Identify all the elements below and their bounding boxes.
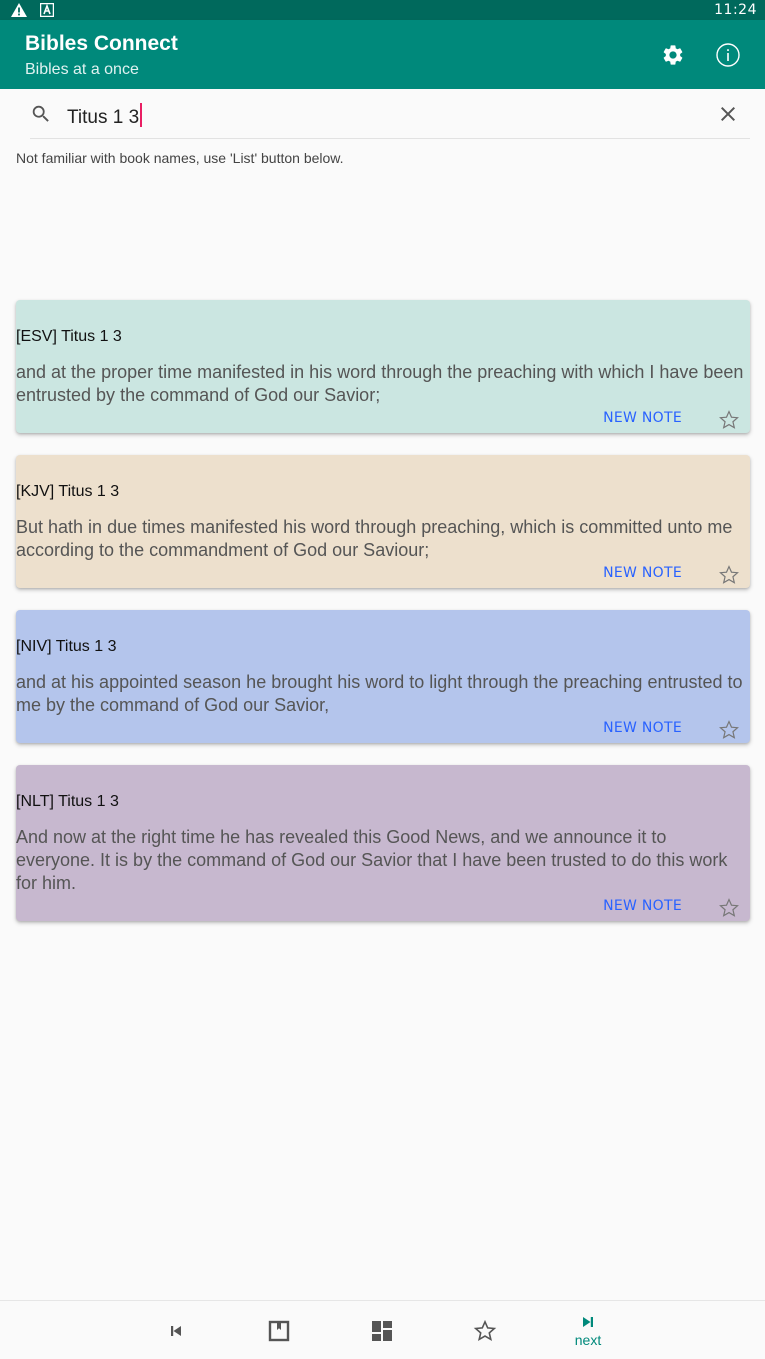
nav-next-label: next — [574, 1331, 602, 1348]
nav-previous[interactable] — [146, 1301, 206, 1359]
verse-text: And now at the right time he has reveale… — [16, 827, 728, 893]
status-time: 11:24 — [714, 2, 757, 18]
verse-card-kjv[interactable]: [KJV] Titus 1 3 But hath in due times ma… — [16, 455, 750, 588]
verse-reference: [ESV] Titus 1 3 — [16, 328, 122, 345]
skip-next-icon — [583, 1316, 593, 1327]
status-icons — [10, 2, 56, 18]
bottom-navigation: next — [0, 1300, 765, 1359]
search-icon — [32, 105, 49, 122]
warning-icon — [10, 2, 28, 18]
verse-text: and at his appointed season he brought h… — [16, 672, 743, 715]
new-note-button[interactable]: NEW NOTE — [603, 720, 682, 736]
font-icon — [38, 2, 56, 18]
close-icon[interactable] — [716, 102, 740, 126]
book-icon — [268, 1320, 290, 1341]
nav-favorites[interactable] — [455, 1301, 515, 1359]
verse-card-nlt[interactable]: [NLT] Titus 1 3 And now at the right tim… — [16, 765, 750, 921]
nav-book[interactable] — [249, 1301, 309, 1359]
settings-button[interactable] — [659, 41, 687, 69]
app-bar: Bibles Connect Bibles at a once — [0, 20, 765, 89]
star-icon[interactable] — [718, 564, 740, 586]
dashboard-icon — [372, 1320, 392, 1341]
search-input-value: Titus 1 3 — [67, 107, 140, 128]
text-caret — [140, 103, 143, 127]
star-icon[interactable] — [718, 719, 740, 741]
status-bar: 11:24 — [0, 0, 765, 20]
new-note-button[interactable]: NEW NOTE — [603, 898, 682, 914]
nav-next[interactable]: next — [558, 1301, 618, 1359]
verse-card-niv[interactable]: [NIV] Titus 1 3 and at his appointed sea… — [16, 610, 750, 743]
new-note-button[interactable]: NEW NOTE — [603, 565, 682, 581]
search-divider — [30, 138, 750, 139]
star-icon — [473, 1319, 497, 1341]
app-subtitle: Bibles at a once — [25, 61, 139, 78]
verse-reference: [NIV] Titus 1 3 — [16, 638, 117, 655]
verse-reference: [KJV] Titus 1 3 — [16, 483, 120, 500]
search-bar: Titus 1 3 — [0, 89, 765, 139]
star-icon[interactable] — [718, 897, 740, 919]
star-icon[interactable] — [718, 409, 740, 431]
new-note-button[interactable]: NEW NOTE — [603, 410, 682, 426]
verse-reference: [NLT] Titus 1 3 — [16, 793, 119, 810]
hint-text: Not familiar with book names, use 'List'… — [16, 150, 344, 166]
nav-dashboard[interactable] — [352, 1301, 412, 1359]
settings-icon — [663, 45, 683, 65]
search-input[interactable]: Titus 1 3 — [67, 103, 143, 129]
skip-previous-icon — [171, 1325, 181, 1336]
verse-text: But hath in due times manifested his wor… — [16, 517, 733, 560]
info-button[interactable] — [714, 41, 742, 69]
verse-text: and at the proper time manifested in his… — [16, 362, 744, 405]
verse-card-esv[interactable]: [ESV] Titus 1 3 and at the proper time m… — [16, 300, 750, 433]
info-icon — [716, 43, 740, 67]
app-title: Bibles Connect — [25, 32, 178, 55]
